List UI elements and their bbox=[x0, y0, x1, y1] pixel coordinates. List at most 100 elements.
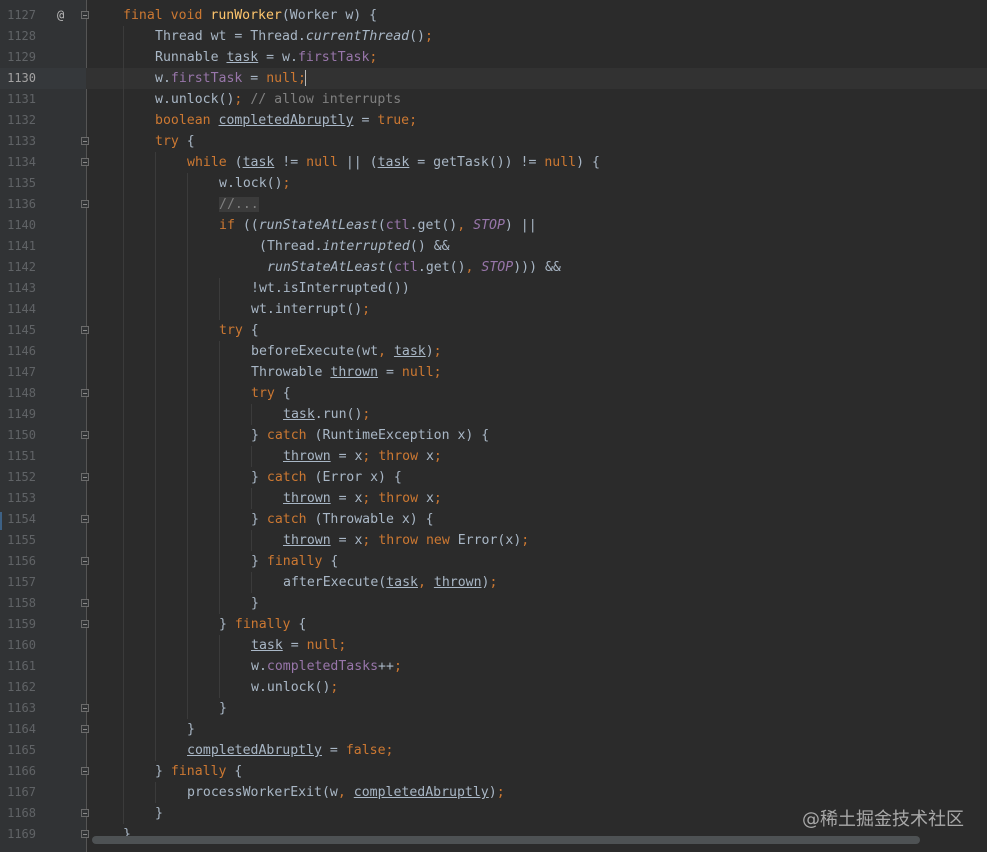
line-number[interactable]: 1131 bbox=[0, 89, 36, 110]
line-number[interactable]: 1134 bbox=[0, 152, 36, 173]
line-number[interactable]: 1159 bbox=[0, 614, 36, 635]
code-line[interactable]: 1127 @ final void runWorker(Worker w) { bbox=[0, 5, 987, 26]
code-line[interactable]: 1166 } finally { bbox=[0, 761, 987, 782]
code-line[interactable]: 1163} bbox=[0, 698, 987, 719]
code-text[interactable]: thrown = x; throw new Error(x); bbox=[283, 530, 529, 551]
code-line[interactable]: 1146 beforeExecute(wt, task); bbox=[0, 341, 987, 362]
code-line[interactable]: 1145 try { bbox=[0, 320, 987, 341]
code-text[interactable]: try { bbox=[219, 320, 259, 341]
line-number[interactable]: 1152 bbox=[0, 467, 36, 488]
code-line[interactable]: 1152} catch (Error x) { bbox=[0, 467, 987, 488]
code-text[interactable]: try { bbox=[251, 383, 291, 404]
line-number[interactable]: 1142 bbox=[0, 257, 36, 278]
code-text[interactable]: Runnable task = w.firstTask; bbox=[155, 47, 377, 68]
fold-toggle-icon[interactable] bbox=[81, 830, 89, 838]
code-line[interactable]: 1150} catch (RuntimeException x) { bbox=[0, 425, 987, 446]
line-number[interactable]: 1165 bbox=[0, 740, 36, 761]
code-text[interactable]: runStateAtLeast(ctl.get(), STOP))) && bbox=[267, 257, 561, 278]
code-line[interactable]: 1153 thrown = x; throw x; bbox=[0, 488, 987, 509]
code-text[interactable]: Thread wt = Thread.currentThread(); bbox=[155, 26, 433, 47]
line-number[interactable]: 1128 bbox=[0, 26, 36, 47]
line-number[interactable]: 1147 bbox=[0, 362, 36, 383]
code-text[interactable]: } bbox=[155, 803, 163, 824]
fold-toggle-icon[interactable] bbox=[81, 515, 89, 523]
code-text[interactable]: } finally { bbox=[219, 614, 306, 635]
code-line[interactable]: 1130 w.firstTask = null; bbox=[0, 68, 987, 89]
line-number[interactable]: 1156 bbox=[0, 551, 36, 572]
fold-toggle-icon[interactable] bbox=[81, 704, 89, 712]
line-number[interactable]: 1129 bbox=[0, 47, 36, 68]
code-text[interactable]: while (task != null || (task = getTask()… bbox=[187, 152, 600, 173]
code-text[interactable]: processWorkerExit(w, completedAbruptly); bbox=[187, 782, 505, 803]
fold-toggle-icon[interactable] bbox=[81, 158, 89, 166]
code-line[interactable]: 1160 task = null; bbox=[0, 635, 987, 656]
code-line[interactable]: 1154 } catch (Throwable x) { bbox=[0, 509, 987, 530]
code-text[interactable]: completedAbruptly = false; bbox=[187, 740, 393, 761]
line-number[interactable]: 1155 bbox=[0, 530, 36, 551]
line-number[interactable]: 1133 bbox=[0, 131, 36, 152]
code-line[interactable]: 1164} bbox=[0, 719, 987, 740]
line-number[interactable]: 1158 bbox=[0, 593, 36, 614]
code-text[interactable]: final void runWorker(Worker w) { bbox=[123, 5, 377, 26]
code-line[interactable]: 1140 if ((runStateAtLeast(ctl.get(), STOP… bbox=[0, 215, 987, 236]
fold-toggle-icon[interactable] bbox=[81, 11, 89, 19]
code-line[interactable]: 1143 !wt.isInterrupted()) bbox=[0, 278, 987, 299]
line-number[interactable]: 1166 bbox=[0, 761, 36, 782]
code-line[interactable]: 1149 task.run(); bbox=[0, 404, 987, 425]
code-text[interactable]: thrown = x; throw x; bbox=[283, 446, 442, 467]
code-line[interactable]: 1157 afterExecute(task, thrown); bbox=[0, 572, 987, 593]
line-number[interactable]: 1153 bbox=[0, 488, 36, 509]
line-number[interactable]: 1154 bbox=[0, 509, 36, 530]
code-line[interactable]: 1128 Thread wt = Thread.currentThread(); bbox=[0, 26, 987, 47]
code-text[interactable]: (Thread.interrupted() && bbox=[259, 236, 450, 257]
line-number[interactable]: 1149 bbox=[0, 404, 36, 425]
code-editor[interactable]: 1127 @ final void runWorker(Worker w) {112… bbox=[0, 0, 987, 852]
line-number[interactable]: 1167 bbox=[0, 782, 36, 803]
line-number[interactable]: 1164 bbox=[0, 719, 36, 740]
code-text[interactable]: if ((runStateAtLeast(ctl.get(), STOP) || bbox=[219, 215, 537, 236]
code-line[interactable]: 1141 (Thread.interrupted() && bbox=[0, 236, 987, 257]
code-text[interactable]: } bbox=[251, 593, 259, 614]
line-number[interactable]: 1157 bbox=[0, 572, 36, 593]
line-number[interactable]: 1140 bbox=[0, 215, 36, 236]
line-number[interactable]: 1150 bbox=[0, 425, 36, 446]
code-text[interactable]: w.unlock(); bbox=[251, 677, 338, 698]
code-text[interactable]: task.run(); bbox=[283, 404, 370, 425]
line-number[interactable]: 1130 bbox=[0, 68, 36, 89]
code-text[interactable]: beforeExecute(wt, task); bbox=[251, 341, 442, 362]
code-line[interactable]: 1158} bbox=[0, 593, 987, 614]
line-number[interactable]: 1163 bbox=[0, 698, 36, 719]
code-text[interactable]: } bbox=[219, 698, 227, 719]
code-line[interactable]: 1142 runStateAtLeast(ctl.get(), STOP))) &… bbox=[0, 257, 987, 278]
line-number[interactable]: 1136 bbox=[0, 194, 36, 215]
code-text[interactable]: afterExecute(task, thrown); bbox=[283, 572, 497, 593]
fold-toggle-icon[interactable] bbox=[81, 557, 89, 565]
line-number[interactable]: 1145 bbox=[0, 320, 36, 341]
code-text[interactable]: try { bbox=[155, 131, 195, 152]
code-text[interactable]: } catch (Throwable x) { bbox=[251, 509, 434, 530]
override-marker-icon[interactable]: @ bbox=[57, 5, 64, 26]
line-number[interactable]: 1146 bbox=[0, 341, 36, 362]
code-text[interactable]: !wt.isInterrupted()) bbox=[251, 278, 410, 299]
code-text[interactable]: w.unlock(); // allow interrupts bbox=[155, 89, 401, 110]
code-text[interactable]: } finally { bbox=[251, 551, 338, 572]
code-text[interactable]: boolean completedAbruptly = true; bbox=[155, 110, 417, 131]
line-number[interactable]: 1135 bbox=[0, 173, 36, 194]
code-line[interactable]: 1136 //... bbox=[0, 194, 987, 215]
code-line[interactable]: 1147 Throwable thrown = null; bbox=[0, 362, 987, 383]
fold-toggle-icon[interactable] bbox=[81, 767, 89, 775]
code-text[interactable]: w.firstTask = null; bbox=[155, 68, 306, 89]
fold-toggle-icon[interactable] bbox=[81, 725, 89, 733]
code-text[interactable]: w.lock(); bbox=[219, 173, 290, 194]
code-line[interactable]: 1159 } finally { bbox=[0, 614, 987, 635]
line-number[interactable]: 1168 bbox=[0, 803, 36, 824]
code-text[interactable]: } finally { bbox=[155, 761, 242, 782]
fold-toggle-icon[interactable] bbox=[81, 431, 89, 439]
code-lines[interactable]: 1127 @ final void runWorker(Worker w) {112… bbox=[0, 5, 987, 845]
line-number[interactable]: 1161 bbox=[0, 656, 36, 677]
code-text[interactable]: } bbox=[187, 719, 195, 740]
code-line[interactable]: 1167 processWorkerExit(w, completedAbrupt… bbox=[0, 782, 987, 803]
code-line[interactable]: 1132 boolean completedAbruptly = true; bbox=[0, 110, 987, 131]
code-line[interactable]: 1151 thrown = x; throw x; bbox=[0, 446, 987, 467]
code-line[interactable]: 1161 w.completedTasks++; bbox=[0, 656, 987, 677]
